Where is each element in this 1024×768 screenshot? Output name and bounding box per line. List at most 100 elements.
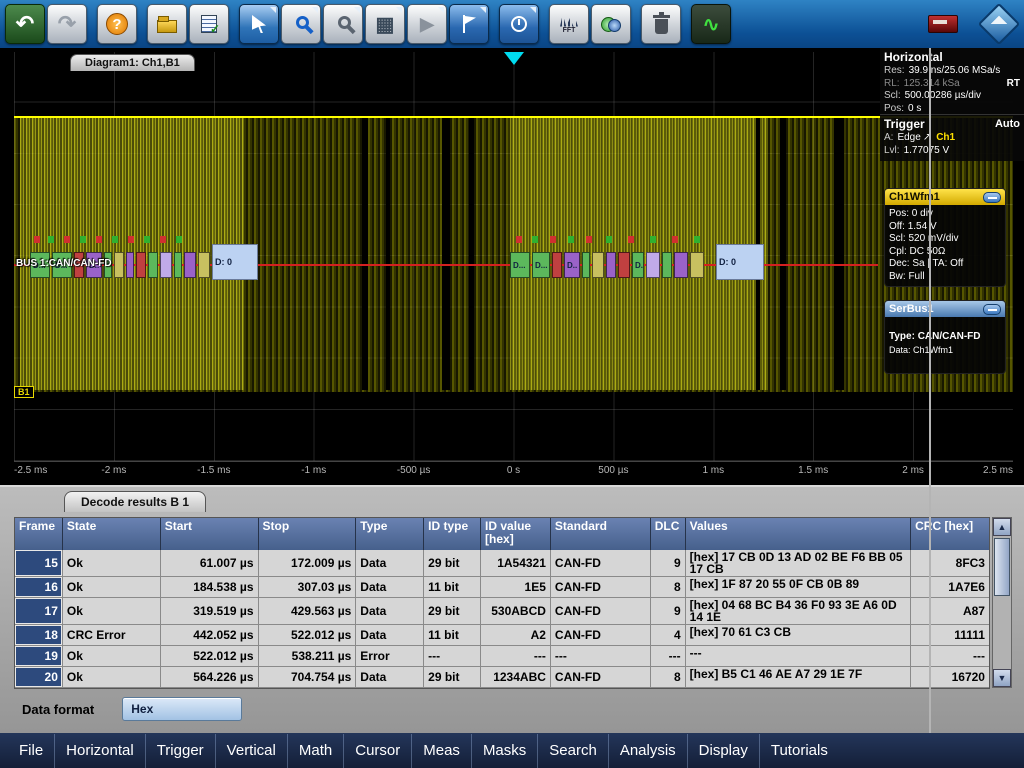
cell-frame[interactable]: 20	[15, 667, 63, 687]
scroll-down-button[interactable]: ▼	[993, 669, 1011, 687]
decode-frame-box[interactable]	[64, 236, 70, 243]
trigger-position-marker[interactable]	[504, 52, 524, 65]
decode-frame-box[interactable]	[568, 236, 574, 243]
decode-frame-box[interactable]	[662, 252, 672, 278]
table-row[interactable]: 16Ok184.538 µs307.03 µsData11 bit1E5CAN-…	[15, 577, 989, 598]
decode-frame-box[interactable]	[34, 236, 40, 243]
menu-item-file[interactable]: File	[8, 734, 54, 768]
decode-frame-box[interactable]	[690, 252, 704, 278]
decode-frame-box[interactable]	[672, 236, 678, 243]
menu-item-tutorials[interactable]: Tutorials	[759, 734, 839, 768]
column-header[interactable]: Type	[356, 518, 424, 550]
decode-frame-box[interactable]	[674, 252, 688, 278]
column-header[interactable]: CRC [hex]	[911, 518, 989, 550]
scroll-up-button[interactable]: ▲	[993, 518, 1011, 536]
generator-button[interactable]: ∿	[691, 4, 731, 44]
decode-frame-box[interactable]	[516, 236, 522, 243]
decode-frame-box[interactable]	[148, 252, 158, 278]
column-header[interactable]: State	[63, 518, 161, 550]
trigger-panel[interactable]: TriggerAuto A:Edge↗Ch1 Lvl:1.77075 V	[880, 114, 1024, 161]
decode-frame-box[interactable]	[112, 236, 118, 243]
decode-frame-box[interactable]: D: 0	[716, 244, 764, 280]
waveform-grid[interactable]: D...D...D..D: 0D...D...D..D..D: 0 BUS 1:…	[14, 52, 1013, 462]
decode-frame-box[interactable]: D..	[564, 252, 580, 278]
decode-frame-box[interactable]	[618, 252, 630, 278]
table-row[interactable]: 18CRC Error442.052 µs522.012 µsData11 bi…	[15, 625, 989, 646]
menu-item-math[interactable]: Math	[287, 734, 343, 768]
horizontal-panel[interactable]: Horizontal Res:39.9 ns/25.06 MSa/s RL:12…	[880, 48, 1024, 114]
delete-button[interactable]	[641, 4, 681, 44]
table-row[interactable]: 15Ok61.007 µs172.009 µsData29 bit1A54321…	[15, 550, 989, 577]
menu-item-trigger[interactable]: Trigger	[145, 734, 215, 768]
menu-item-search[interactable]: Search	[537, 734, 608, 768]
decode-frame-box[interactable]: D..	[632, 252, 644, 278]
menu-item-vertical[interactable]: Vertical	[215, 734, 287, 768]
undo-button[interactable]: ↶	[5, 4, 45, 44]
decode-frame-box[interactable]	[114, 252, 124, 278]
decode-frame-box[interactable]	[80, 236, 86, 243]
decode-frame-box[interactable]	[532, 236, 538, 243]
decode-frame-box[interactable]	[144, 236, 150, 243]
cell-frame[interactable]: 15	[15, 550, 63, 576]
cell-frame[interactable]: 19	[15, 646, 63, 666]
menu-item-horizontal[interactable]: Horizontal	[54, 734, 145, 768]
grid-button[interactable]: ▦	[365, 4, 405, 44]
zoom-alt-button[interactable]	[323, 4, 363, 44]
minimize-button[interactable]	[983, 192, 1001, 203]
window-splitter[interactable]	[929, 48, 931, 733]
decode-frame-box[interactable]	[606, 236, 612, 243]
help-button[interactable]: ?	[97, 4, 137, 44]
decode-frame-box[interactable]	[136, 252, 146, 278]
decode-frame-box[interactable]	[582, 252, 590, 278]
table-scrollbar[interactable]: ▲ ▼	[992, 517, 1012, 688]
decode-frame-box[interactable]	[176, 236, 182, 243]
menu-item-cursor[interactable]: Cursor	[343, 734, 411, 768]
b1-marker[interactable]: B1	[14, 386, 34, 398]
timer-button[interactable]	[499, 4, 539, 44]
decode-frame-box[interactable]	[550, 236, 556, 243]
minimize-button[interactable]	[983, 304, 1001, 315]
zoom-button[interactable]	[281, 4, 321, 44]
report-button[interactable]	[189, 4, 229, 44]
decode-frame-box[interactable]: D...	[510, 252, 530, 278]
column-header[interactable]: ID value [hex]	[481, 518, 551, 550]
table-row[interactable]: 17Ok319.519 µs429.563 µsData29 bit530ABC…	[15, 598, 989, 625]
redo-button[interactable]: ↷	[47, 4, 87, 44]
table-row[interactable]: 19Ok522.012 µs538.211 µsError-----------…	[15, 646, 989, 667]
serbus-panel[interactable]: SerBus1 Type: CAN/CAN-FD Data: Ch1Wfm1	[884, 300, 1006, 374]
cell-frame[interactable]: 18	[15, 625, 63, 645]
masks-button[interactable]	[591, 4, 631, 44]
decode-frame-box[interactable]: D: 0	[212, 244, 258, 280]
scrollbar-thumb[interactable]	[994, 538, 1010, 596]
decode-frame-box[interactable]	[628, 236, 634, 243]
decode-frame-box[interactable]	[552, 252, 562, 278]
decode-frame-box[interactable]	[160, 236, 166, 243]
decode-frame-box[interactable]	[592, 252, 604, 278]
menu-item-masks[interactable]: Masks	[471, 734, 537, 768]
decode-frame-box[interactable]	[646, 252, 660, 278]
table-row[interactable]: 20Ok564.226 µs704.754 µsData29 bit1234AB…	[15, 667, 989, 688]
menu-item-display[interactable]: Display	[687, 734, 759, 768]
decode-frame-box[interactable]	[128, 236, 134, 243]
diagram-tab[interactable]: Diagram1: Ch1,B1	[70, 54, 195, 71]
play-button[interactable]: ▶	[407, 4, 447, 44]
column-header[interactable]: Stop	[259, 518, 357, 550]
decode-results-tab[interactable]: Decode results B 1	[64, 491, 206, 512]
decode-frame-box[interactable]	[198, 252, 210, 278]
column-header[interactable]: DLC	[651, 518, 686, 550]
column-header[interactable]: ID type	[424, 518, 481, 550]
select-button[interactable]	[239, 4, 279, 44]
column-header[interactable]: Start	[161, 518, 259, 550]
decode-frame-box[interactable]	[184, 252, 196, 278]
decode-frame-box[interactable]	[48, 236, 54, 243]
cell-frame[interactable]: 17	[15, 598, 63, 624]
decode-frame-box[interactable]	[650, 236, 656, 243]
flag-button[interactable]	[449, 4, 489, 44]
ch1-waveform-panel[interactable]: Ch1Wfm1 Pos: 0 div Off: 1.54 V Scl: 520 …	[884, 188, 1006, 287]
decode-frame-box[interactable]	[694, 236, 700, 243]
column-header[interactable]: Values	[686, 518, 912, 550]
cell-frame[interactable]: 16	[15, 577, 63, 597]
decode-frame-box[interactable]	[606, 252, 616, 278]
decode-frame-box[interactable]	[96, 236, 102, 243]
menu-item-meas[interactable]: Meas	[411, 734, 471, 768]
